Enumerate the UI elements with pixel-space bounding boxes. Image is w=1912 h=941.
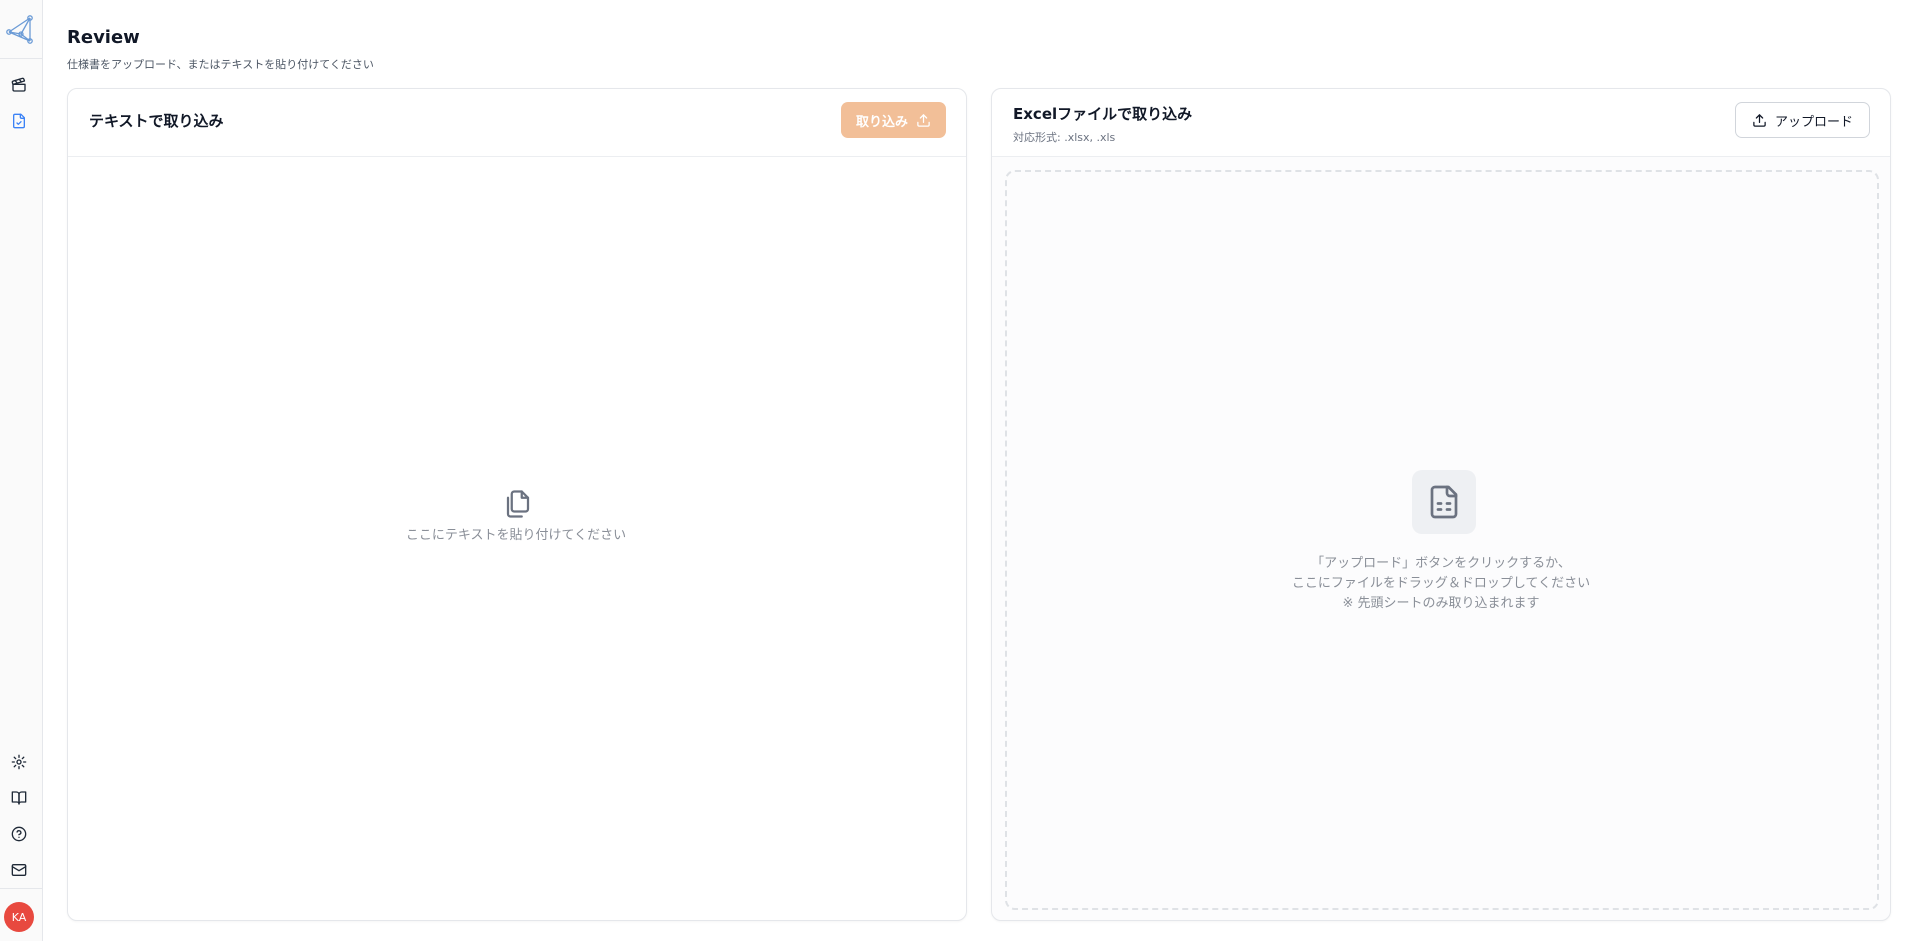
drop-instruction-note: ※ 先頭シートのみ取り込まれます	[1342, 596, 1540, 611]
text-import-header: テキストで取り込み 取り込み	[68, 89, 966, 157]
sidebar: KA	[0, 0, 43, 941]
text-import-title: テキストで取り込み	[89, 112, 224, 130]
file-drop-zone[interactable]	[1005, 170, 1879, 910]
drop-instruction-line-1: 「アップロード」ボタンをクリックするか、	[1311, 556, 1571, 571]
upload-icon	[1753, 113, 1766, 127]
supported-formats: 対応形式: .xlsx, .xls	[1013, 131, 1116, 144]
page-subtitle: 仕様書をアップロード、またはテキストを貼り付けてください	[67, 58, 374, 71]
import-button[interactable]: 取り込み	[841, 102, 946, 138]
gear-icon[interactable]	[9, 752, 29, 772]
excel-import-title: Excelファイルで取り込み	[1013, 105, 1193, 123]
upload-button[interactable]: アップロード	[1735, 102, 1870, 138]
app: KA Review 仕様書をアップロード、またはテキストを貼り付けてください テ…	[0, 0, 1912, 941]
file-check-icon[interactable]	[9, 111, 29, 131]
sidebar-divider	[0, 58, 43, 59]
sidebar-divider	[0, 888, 43, 889]
clapperboard-icon[interactable]	[9, 75, 29, 95]
mail-icon[interactable]	[9, 860, 29, 880]
help-circle-icon[interactable]	[9, 824, 29, 844]
upload-button-label: アップロード	[1774, 114, 1853, 130]
import-button-label: 取り込み	[855, 113, 908, 129]
paste-textarea[interactable]	[68, 157, 966, 921]
text-import-card: テキストで取り込み 取り込み	[67, 88, 967, 921]
spreadsheet-file-icon	[1412, 470, 1476, 534]
book-open-icon[interactable]	[9, 788, 29, 808]
logo-icon[interactable]	[5, 14, 35, 44]
page-title: Review	[67, 27, 140, 48]
drop-instruction-line-2: ここにファイルをドラッグ＆ドロップしてください	[1291, 576, 1591, 591]
avatar[interactable]: KA	[4, 902, 34, 932]
upload-icon	[917, 113, 930, 127]
excel-import-header: Excelファイルで取り込み 対応形式: .xlsx, .xls アップロード	[992, 89, 1890, 157]
